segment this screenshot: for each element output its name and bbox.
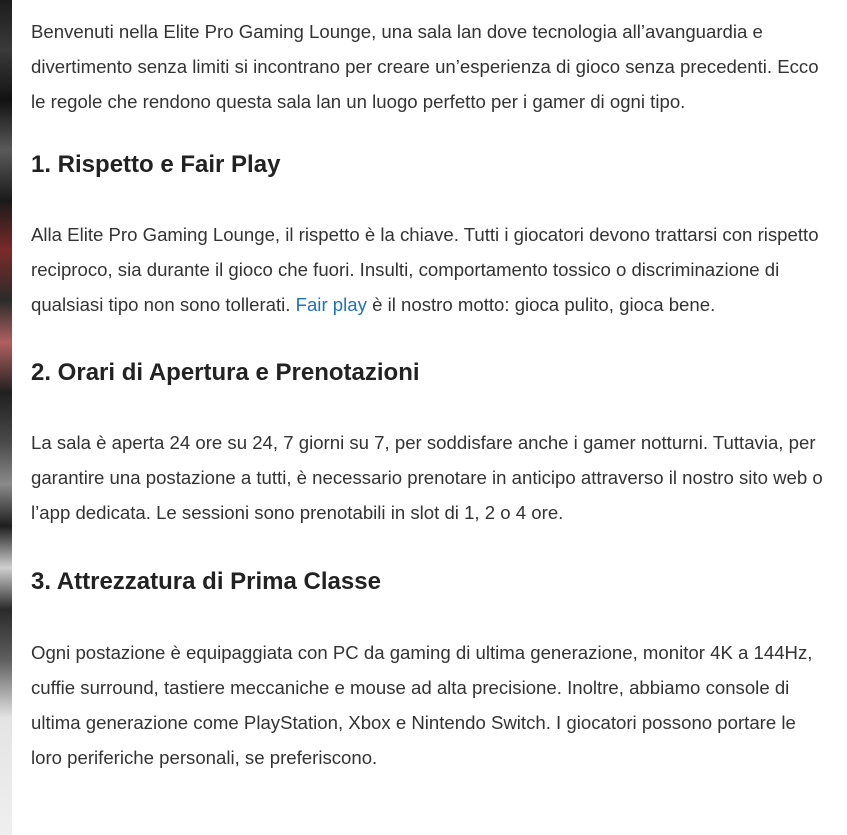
article-content: Benvenuti nella Elite Pro Gaming Lounge,… xyxy=(31,14,831,775)
section-heading-rispetto: 1. Rispetto e Fair Play xyxy=(31,151,281,178)
section-paragraph-orari: La sala è aperta 24 ore su 24, 7 giorni … xyxy=(31,432,823,523)
background-image-strip xyxy=(0,0,12,835)
section-paragraph-rispetto: Alla Elite Pro Gaming Lounge, il rispett… xyxy=(31,217,831,322)
paragraph-text: è il nostro motto: gioca pulito, gioca b… xyxy=(366,294,716,315)
intro-paragraph: Benvenuti nella Elite Pro Gaming Lounge,… xyxy=(31,21,819,112)
section-heading-attrezzatura: 3. Attrezzatura di Prima Classe xyxy=(31,568,381,595)
section-paragraph-attrezzatura: Ogni postazione è equipaggiata con PC da… xyxy=(31,642,813,768)
section-heading-orari: 2. Orari di Apertura e Prenotazioni xyxy=(31,359,420,386)
fair-play-link[interactable]: Fair play xyxy=(296,294,367,315)
